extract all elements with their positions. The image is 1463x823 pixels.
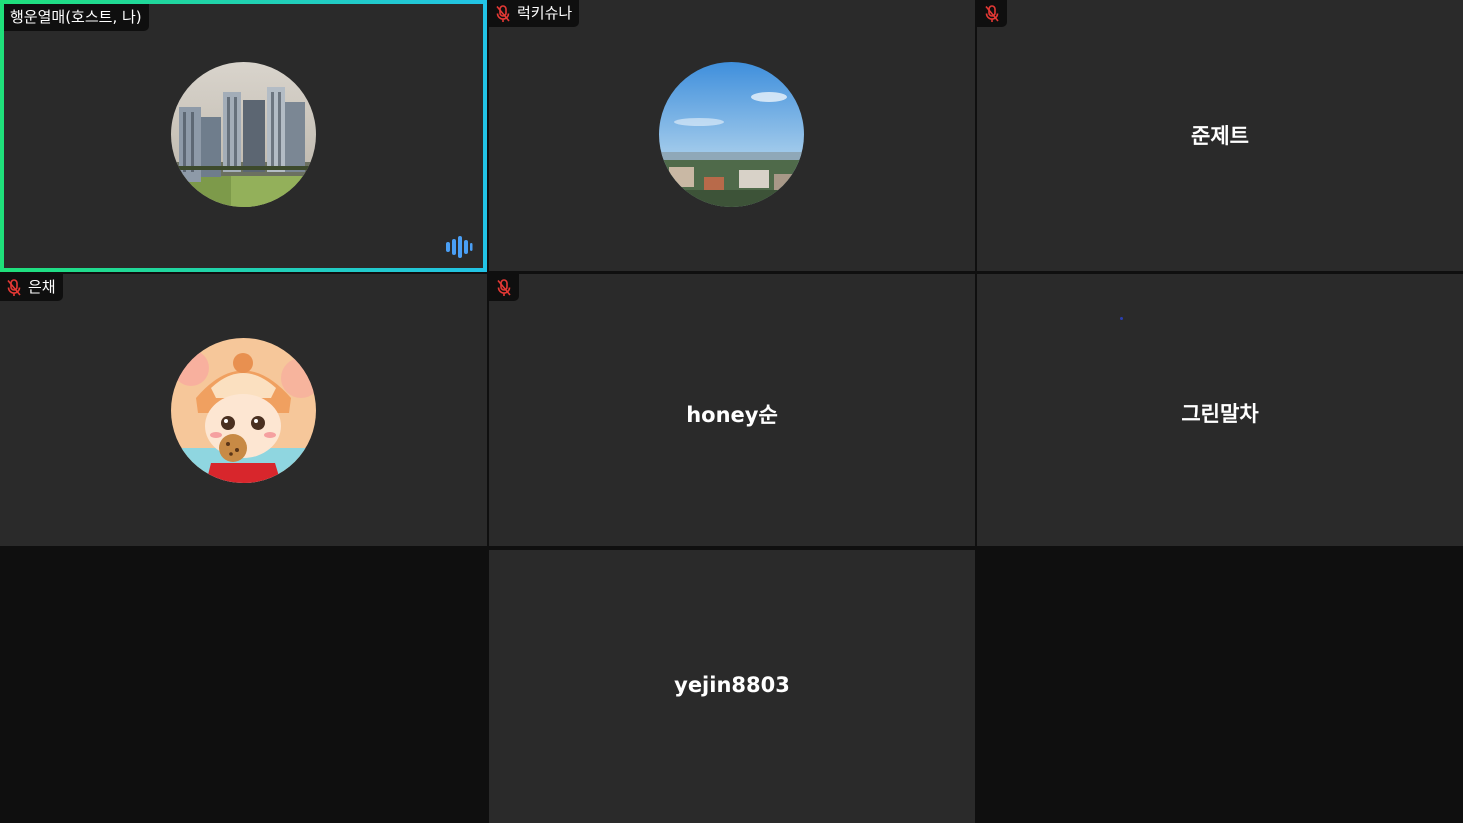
participant-tile[interactable]: yejin8803 xyxy=(489,550,975,823)
mic-off-icon xyxy=(985,4,999,22)
empty-grid-cell xyxy=(0,549,487,823)
cartoon-child-illustration xyxy=(171,338,316,483)
participant-display-name: 준제트 xyxy=(1191,124,1249,148)
participant-name-chip xyxy=(489,274,519,301)
avatar xyxy=(659,62,804,207)
participant-name-chip: 행운열매(호스트, 나) xyxy=(4,4,149,31)
participant-name: 럭키슈나 xyxy=(517,4,573,22)
participant-name-chip: 럭키슈나 xyxy=(489,0,580,27)
participant-tile[interactable]: 럭키슈나 xyxy=(489,0,975,271)
avatar xyxy=(171,338,316,483)
apartment-buildings-image xyxy=(171,62,316,207)
participant-name-chip xyxy=(977,0,1007,27)
participant-tile[interactable]: honey순 xyxy=(489,274,975,546)
empty-grid-cell xyxy=(977,549,1463,823)
cursor-dot xyxy=(1120,317,1123,320)
participant-display-name: honey순 xyxy=(686,403,778,427)
mic-off-icon xyxy=(7,278,21,296)
participant-name: 은채 xyxy=(28,278,56,296)
participant-name-chip: 은채 xyxy=(0,274,63,301)
participant-tile-host[interactable]: 행운열매(호스트, 나) xyxy=(0,0,487,272)
participant-name: 행운열매(호스트, 나) xyxy=(10,8,142,26)
participant-tile[interactable]: 준제트 xyxy=(977,0,1463,271)
speaking-indicator-icon xyxy=(446,236,473,258)
participant-tile[interactable]: 은채 xyxy=(0,274,487,546)
avatar xyxy=(171,62,316,207)
participant-tile[interactable]: 그린말차 xyxy=(977,274,1463,546)
mic-off-icon xyxy=(497,278,511,296)
participant-display-name: yejin8803 xyxy=(674,673,790,697)
participant-display-name: 그린말차 xyxy=(1181,402,1259,426)
mic-off-icon xyxy=(496,4,510,22)
city-sky-image xyxy=(659,62,804,207)
